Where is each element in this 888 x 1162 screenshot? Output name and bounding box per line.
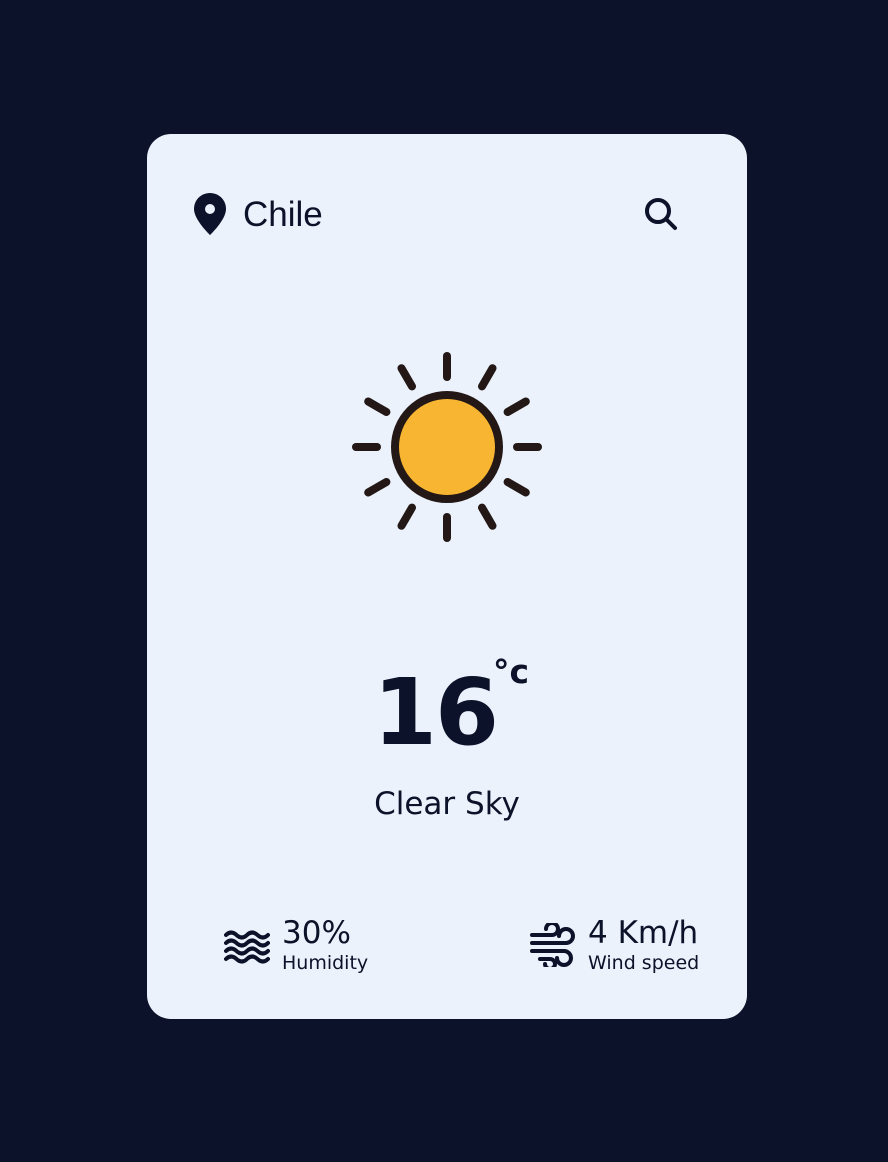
wind-detail: 4 Km/h Wind speed — [530, 916, 699, 975]
map-pin-icon — [194, 193, 226, 235]
search-button[interactable] — [641, 194, 681, 234]
weather-condition: Clear Sky — [374, 786, 520, 822]
humidity-label: Humidity — [282, 952, 369, 975]
wind-text: 4 Km/h Wind speed — [588, 916, 699, 975]
wind-value: 4 Km/h — [588, 915, 699, 951]
wind-icon — [530, 923, 575, 968]
location-name: Chile — [243, 194, 323, 234]
location: Chile — [193, 192, 323, 236]
wind-label: Wind speed — [588, 952, 700, 975]
temperature: 16 °c — [147, 655, 747, 759]
humidity-value: 30% — [282, 915, 351, 951]
humidity-text: 30% Humidity — [282, 916, 368, 975]
temperature-value: 16 — [372, 659, 499, 766]
waves-icon — [224, 930, 270, 964]
temperature-unit: °c — [493, 652, 530, 691]
search-icon — [645, 198, 677, 230]
sun-icon — [352, 352, 542, 542]
weather-card: Chile 16 °c Clear Sky 30% Humidity 4 Km/… — [147, 134, 747, 1019]
humidity-detail: 30% Humidity — [224, 916, 368, 975]
